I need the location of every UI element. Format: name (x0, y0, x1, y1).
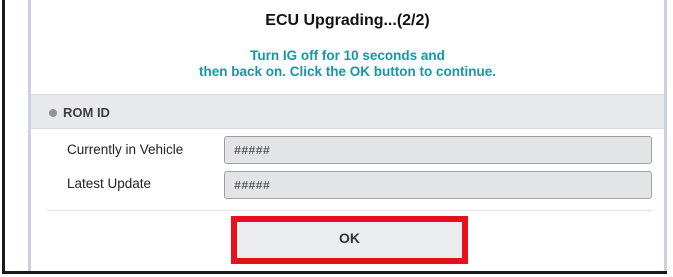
ecu-upgrade-dialog: ECU Upgrading...(2/2) Turn IG off for 10… (28, 0, 667, 271)
currently-in-vehicle-label: Currently in Vehicle (67, 142, 184, 157)
ok-button[interactable]: OK (237, 222, 462, 258)
instruction-message: Turn IG off for 10 seconds and then back… (31, 48, 664, 80)
dialog-title: ECU Upgrading...(2/2) (265, 12, 430, 29)
currently-in-vehicle-field: ##### (224, 136, 652, 164)
latest-update-field: ##### (224, 171, 652, 199)
rom-id-section-header: ROM ID (31, 94, 664, 129)
divider (47, 210, 652, 211)
instruction-line-2: then back on. Click the OK button to con… (199, 64, 496, 79)
latest-update-label: Latest Update (67, 176, 152, 191)
bullet-icon (49, 109, 57, 117)
rom-id-label: ROM ID (63, 105, 110, 120)
instruction-line-1: Turn IG off for 10 seconds and (250, 48, 445, 63)
